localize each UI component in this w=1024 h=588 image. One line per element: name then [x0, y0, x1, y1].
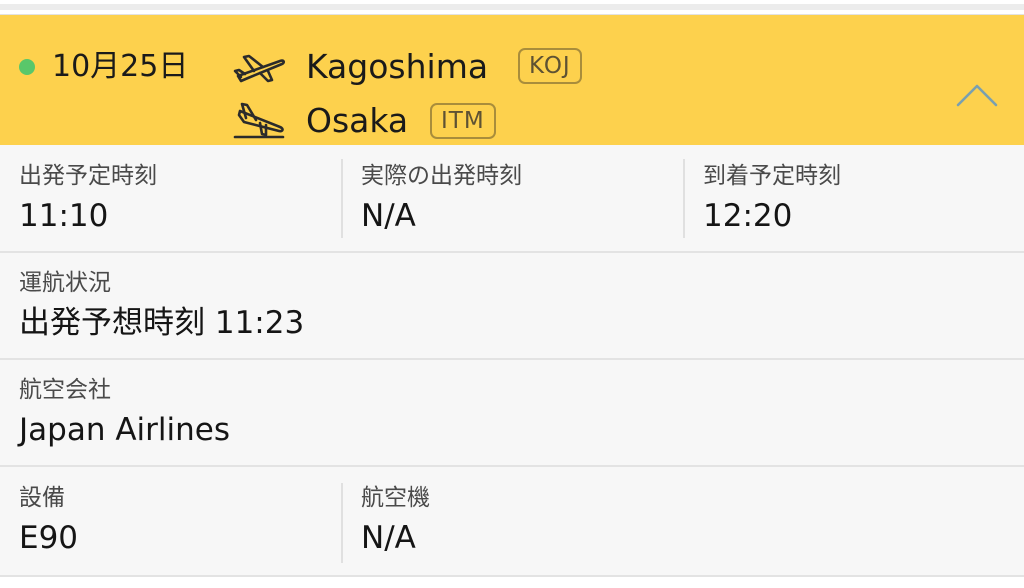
actual-departure-label: 実際の出発時刻: [361, 163, 522, 189]
equipment-row: 設備 E90 航空機 N/A: [0, 467, 1024, 577]
previous-card-bar: [0, 4, 1024, 10]
equipment-value: E90: [19, 520, 79, 556]
bottom-edge: [0, 577, 1024, 588]
airline-label: 航空会社: [19, 377, 111, 403]
previous-card-edge: [0, 0, 1024, 15]
destination-city: Osaka: [306, 101, 409, 140]
origin-city: Kagoshima: [306, 47, 489, 86]
equipment-cell: 設備 E90: [0, 467, 342, 575]
chevron-up-icon[interactable]: [955, 81, 999, 109]
scheduled-departure-cell: 出発予定時刻 11:10: [0, 145, 342, 251]
flight-status-label: 運航状況: [19, 270, 111, 296]
actual-departure-cell: 実際の出発時刻 N/A: [342, 145, 683, 251]
flight-status-row: 運航状況 出発予想時刻 11:23: [0, 253, 1024, 360]
flight-detail-screen: 10月25日 Kagoshima KOJ Osaka ITM 出発予定時刻 11…: [0, 0, 1024, 588]
scheduled-arrival-value: 12:20: [703, 198, 793, 234]
flight-header[interactable]: 10月25日 Kagoshima KOJ Osaka ITM: [0, 15, 1024, 145]
scheduled-departure-value: 11:10: [19, 198, 109, 234]
origin-code-badge: KOJ: [518, 48, 582, 84]
airline-cell: 航空会社 Japan Airlines: [0, 360, 1024, 465]
flight-date: 10月25日: [52, 49, 189, 84]
status-dot: [19, 59, 35, 75]
destination-code-badge: ITM: [430, 103, 496, 139]
aircraft-cell: 航空機 N/A: [342, 467, 1024, 575]
airline-value: Japan Airlines: [19, 412, 230, 448]
flight-status-cell: 運航状況 出発予想時刻 11:23: [0, 253, 1024, 358]
aircraft-label: 航空機: [361, 485, 430, 511]
plane-takeoff-icon: [233, 54, 286, 83]
flight-status-value: 出発予想時刻 11:23: [19, 305, 305, 341]
aircraft-value: N/A: [361, 520, 416, 556]
scheduled-arrival-cell: 到着予定時刻 12:20: [684, 145, 1024, 251]
plane-landing-icon: [233, 102, 285, 139]
airline-row: 航空会社 Japan Airlines: [0, 360, 1024, 467]
schedule-row: 出発予定時刻 11:10 実際の出発時刻 N/A 到着予定時刻 12:20: [0, 145, 1024, 253]
actual-departure-value: N/A: [361, 198, 416, 234]
scheduled-arrival-label: 到着予定時刻: [703, 163, 841, 189]
equipment-label: 設備: [19, 485, 65, 511]
scheduled-departure-label: 出発予定時刻: [19, 163, 157, 189]
